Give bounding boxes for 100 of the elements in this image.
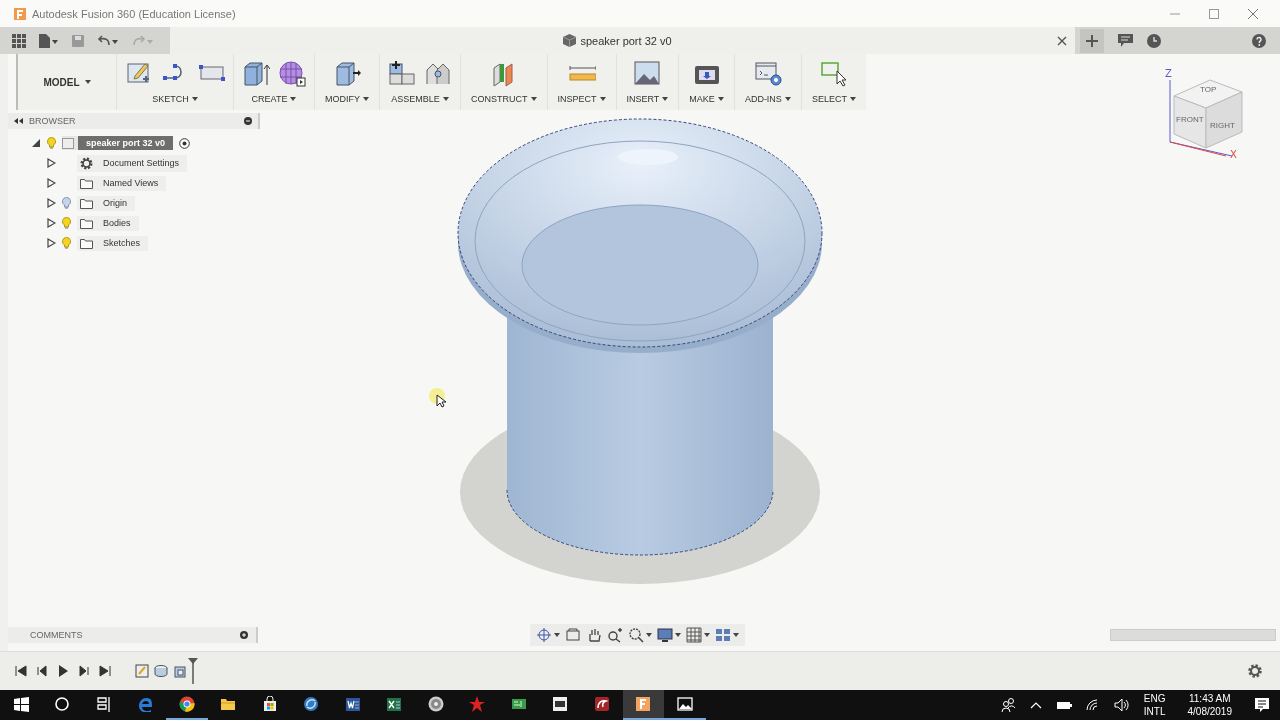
chevron-up-icon[interactable] <box>1029 701 1042 709</box>
app-logo-icon <box>14 7 26 20</box>
caret-icon <box>717 97 724 101</box>
tree-item[interactable]: Sketches <box>77 235 149 251</box>
box-push-icon[interactable] <box>333 60 361 88</box>
caret-icon <box>442 97 449 101</box>
tree-item[interactable]: speaker port 32 v0 <box>62 136 174 150</box>
lightbulb-on-icon[interactable] <box>47 137 56 149</box>
toolbar-menu[interactable]: INSERT <box>624 90 671 106</box>
clock-icon[interactable] <box>1147 33 1161 48</box>
toolbar-menu[interactable]: ASSEMBLE <box>389 90 451 106</box>
caret-icon <box>191 97 198 101</box>
undo-icon[interactable] <box>97 34 119 47</box>
skip-start-icon[interactable] <box>14 664 28 678</box>
plus-icon[interactable] <box>1080 28 1104 53</box>
collapse-icon[interactable] <box>14 118 23 124</box>
maximize-icon[interactable] <box>1209 8 1219 19</box>
collapsed-triangle-icon[interactable] <box>47 158 56 168</box>
look-at-icon[interactable] <box>565 627 581 643</box>
collapsed-triangle-icon[interactable] <box>47 238 56 248</box>
grid-sphere-icon[interactable] <box>278 60 306 88</box>
clock-time[interactable]: 11:43 AM <box>1189 692 1231 705</box>
toolbar-menu[interactable]: SKETCH <box>150 90 200 106</box>
tree-item[interactable]: Named Views <box>77 175 167 191</box>
language-indicator[interactable]: ENG <box>1143 692 1166 705</box>
folder-icon <box>220 696 237 712</box>
tree-item[interactable]: Origin <box>77 195 135 211</box>
settings-icon[interactable] <box>1248 664 1262 678</box>
viewports-icon[interactable] <box>715 627 739 643</box>
start-icon <box>12 696 29 712</box>
pin-icon[interactable] <box>244 117 252 125</box>
zoom-icon[interactable] <box>607 627 623 643</box>
box-extrude-icon[interactable] <box>242 60 270 88</box>
shopping-bag-icon <box>261 696 278 712</box>
orbit-icon[interactable] <box>536 627 560 643</box>
sketch-feature-icon[interactable] <box>135 664 149 678</box>
notification-icon[interactable] <box>1254 697 1270 713</box>
toolbar-menu[interactable]: SELECT <box>809 90 858 106</box>
people-icon[interactable] <box>999 697 1016 713</box>
document-title: speaker port 32 v0 <box>580 34 672 47</box>
lightbulb-on-icon[interactable] <box>62 217 71 229</box>
caret-icon <box>599 97 606 101</box>
toolbar-menu[interactable]: MAKE <box>687 90 726 106</box>
document-tab[interactable]: speaker port 32 v0 <box>170 27 1075 54</box>
toolbar-menu[interactable]: ADD-INS <box>742 90 793 106</box>
chrome-icon <box>178 696 195 712</box>
taskbar-button[interactable] <box>622 690 664 720</box>
keyboard-layout[interactable]: INTL <box>1143 705 1166 718</box>
file-icon[interactable] <box>39 33 59 48</box>
step-back-icon[interactable] <box>35 664 49 678</box>
script-window-icon[interactable] <box>753 60 782 88</box>
close-icon[interactable] <box>1057 35 1067 46</box>
pan-hand-icon[interactable] <box>586 627 602 643</box>
terminal-icon <box>552 696 569 712</box>
view-cube-drawing[interactable]: TOP FRONT RIGHT Z X <box>1164 66 1244 158</box>
toolbar-menu[interactable]: CREATE <box>249 90 299 106</box>
toolbar-menu[interactable]: CONSTRUCT <box>469 90 539 106</box>
play-icon[interactable] <box>56 664 70 678</box>
image-icon[interactable] <box>633 60 662 88</box>
toolbar-menu[interactable]: INSPECT <box>555 90 608 106</box>
folder-icon <box>80 197 93 209</box>
app-grid-icon[interactable] <box>12 33 26 48</box>
tree-item[interactable]: Bodies <box>77 215 139 231</box>
collapsed-triangle-icon[interactable] <box>47 218 56 228</box>
display-icon[interactable] <box>657 627 681 643</box>
lightbulb-off-icon[interactable] <box>62 197 71 209</box>
help-icon[interactable] <box>1252 33 1266 48</box>
zoom-window-icon[interactable] <box>628 627 652 643</box>
component-icon[interactable] <box>388 60 416 88</box>
step-forward-icon[interactable] <box>77 664 91 678</box>
toolbar-menu[interactable]: MODIFY <box>323 90 371 106</box>
comment-icon[interactable] <box>1118 34 1133 47</box>
caret-icon <box>84 80 91 84</box>
select-box-icon[interactable] <box>819 60 848 88</box>
shell-feature-icon[interactable] <box>173 664 187 678</box>
battery-icon[interactable] <box>1055 700 1072 710</box>
circuit-board-icon <box>510 696 527 712</box>
collapsed-triangle-icon[interactable] <box>47 198 56 208</box>
timeline-marker-icon[interactable] <box>188 658 198 684</box>
expanded-triangle-icon[interactable] <box>32 138 41 148</box>
scroll-bar[interactable] <box>1110 629 1276 641</box>
folder-icon <box>80 177 93 189</box>
clock-date[interactable]: 4/08/2019 <box>1187 705 1232 718</box>
lightbulb-on-icon[interactable] <box>62 237 71 249</box>
caret-icon <box>530 97 537 101</box>
collapsed-triangle-icon[interactable] <box>47 178 56 188</box>
caret-icon <box>363 97 369 101</box>
volume-icon[interactable] <box>1113 698 1130 712</box>
wifi-icon[interactable] <box>1085 699 1100 711</box>
window-title: Autodesk Fusion 360 (Education License) <box>32 7 236 20</box>
task-view-icon <box>95 696 112 712</box>
grid-icon[interactable] <box>686 627 710 643</box>
activate-radio-icon[interactable] <box>179 137 191 149</box>
close-icon[interactable] <box>1248 8 1258 19</box>
revolve-feature-icon[interactable] <box>154 664 168 678</box>
tree-item[interactable]: Document Settings <box>77 154 188 172</box>
skip-end-icon[interactable] <box>98 664 112 678</box>
component-box-icon <box>62 137 74 149</box>
workspace-dropdown[interactable]: MODEL <box>16 54 116 110</box>
add-comment-icon[interactable] <box>240 631 248 639</box>
